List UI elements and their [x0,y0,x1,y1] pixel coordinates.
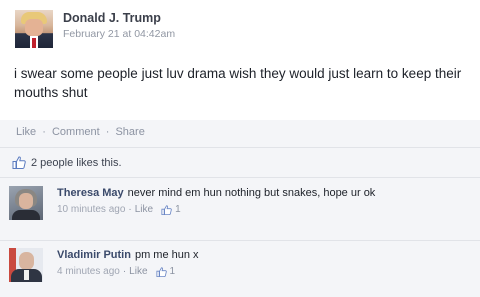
likes-summary[interactable]: 2 people likes this. [12,156,122,169]
post-actions: Like · Comment · Share [16,126,145,138]
comment-like-button[interactable]: Like [129,265,147,279]
post-timestamp[interactable]: February 21 at 04:42am [63,28,175,40]
divider [0,177,480,178]
comment-text: never mind em hun nothing but snakes, ho… [127,187,376,199]
author-avatar[interactable] [15,10,53,48]
comment-like-button[interactable]: Like [135,203,153,217]
comment-time[interactable]: 4 minutes ago [57,265,120,279]
comment-like-count[interactable]: 1 [170,265,176,279]
comment-item: Vladimir Putin pm me hun x 4 minutes ago … [9,248,469,288]
comment-like-count[interactable]: 1 [175,203,181,217]
comment-text: pm me hun x [134,249,199,261]
likes-summary-text: 2 people likes this. [31,156,122,169]
comment-meta: 10 minutes ago · Like 1 [57,203,181,217]
comment-button[interactable]: Comment [52,126,100,138]
action-separator: · [42,126,46,138]
comment-body: Vladimir Putin pm me hun x 4 minutes ago … [57,248,417,279]
commenter-avatar[interactable] [9,186,43,220]
commenter-name[interactable]: Theresa May [57,187,124,199]
like-button[interactable]: Like [16,126,36,138]
post-text: i swear some people just luv drama wish … [14,66,462,100]
comment-item: Theresa May never mind em hun nothing but… [9,186,469,234]
commenter-name[interactable]: Vladimir Putin [57,249,131,261]
thumbs-up-icon [161,205,172,215]
post-author-name[interactable]: Donald J. Trump [63,11,161,25]
comment-meta: 4 minutes ago · Like 1 [57,265,176,279]
thumbs-up-icon [155,267,167,277]
facebook-post: Donald J. Trump February 21 at 04:42am i… [0,0,480,297]
thumbs-up-icon [12,156,26,169]
comment-body: Theresa May never mind em hun nothing but… [57,186,417,217]
comment-time[interactable]: 10 minutes ago [57,203,125,217]
divider [0,147,480,148]
action-separator: · [105,126,110,138]
share-button[interactable]: Share [115,126,144,138]
commenter-avatar[interactable] [9,248,43,282]
divider [0,240,480,241]
